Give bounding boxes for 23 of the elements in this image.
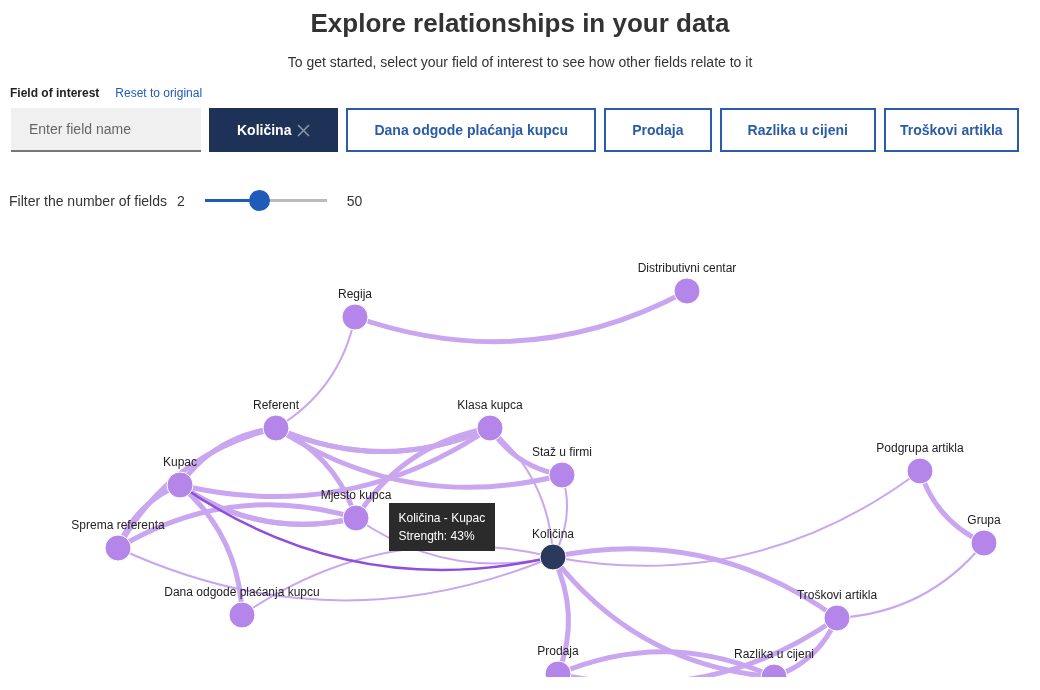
- node-label: Prodaja: [537, 644, 579, 658]
- field-of-interest-label: Field of interest: [10, 86, 100, 100]
- slider-min: 2: [176, 192, 185, 209]
- slider-max: 50: [346, 192, 363, 209]
- tooltip-title: Količina - Kupac: [398, 511, 486, 525]
- node-label: Distributivni centar: [637, 261, 737, 275]
- node-label: Klasa kupca: [457, 398, 523, 412]
- tooltip-strength: Strength: 43%: [398, 529, 476, 543]
- node-label: Regija: [338, 287, 372, 301]
- page-subtitle: To get started, select your field of interest to see how other fields relate to it: [286, 54, 754, 70]
- node-label: Razlika u cijeni: [734, 647, 814, 661]
- filter-label: Filter the number of fields: [9, 192, 167, 209]
- node-label: Mjesto kupca: [320, 488, 392, 502]
- node-label: Podgrupa artikla: [876, 441, 964, 455]
- node-label: Količina: [532, 527, 574, 541]
- node-label: Referent: [253, 398, 299, 412]
- node-label: Sprema referenta: [71, 518, 165, 532]
- node-label: Dana odgode plaćanja kupcu: [164, 585, 320, 599]
- node-label: Kupac: [163, 455, 197, 469]
- node-label: Staž u firmi: [532, 445, 592, 459]
- node-label: Grupa: [967, 513, 1001, 527]
- page-title: Explore relationships in your data: [309, 7, 731, 40]
- node-label: Troškovi artikla: [796, 588, 878, 602]
